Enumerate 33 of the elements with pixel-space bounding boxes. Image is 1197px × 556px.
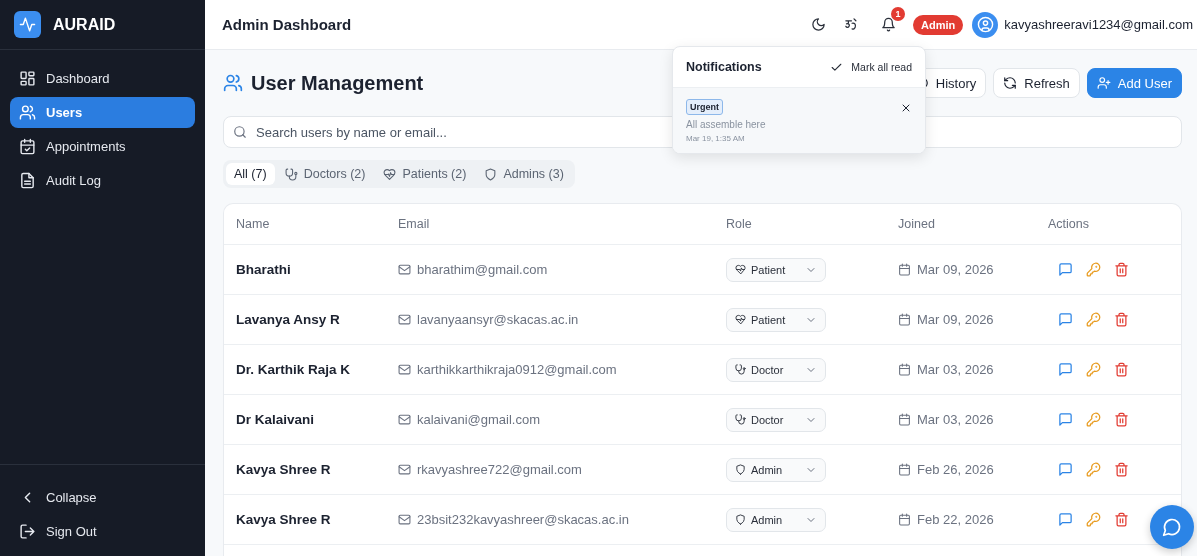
user-name: Kavya Shree R [236,512,331,527]
joined-date: Feb 22, 2026 [917,512,994,527]
column-header: Actions [1048,217,1089,231]
user-email: lavanyaansyr@skacas.ac.in [417,312,579,327]
user-email: bharathim@gmail.com [417,262,548,277]
column-header: Name [236,217,270,231]
app-name: AURAID [53,15,116,34]
page-title: Admin Dashboard [222,16,353,33]
user-email: kalaivani@gmail.com [417,412,541,427]
user-name: Lavanya Ansy R [236,312,340,327]
joined-date: Feb 26, 2026 [917,462,994,477]
user-name: Bharathi [236,262,291,277]
user-name: Kavya Shree R [236,462,331,477]
notification-message: All assemble here [686,119,766,130]
user-email: rkavyashree722@gmail.com [417,462,582,477]
column-header: Email [398,217,430,231]
user-email: kavyashreeravi1234@gmail.com [1004,17,1193,32]
joined-date: Mar 03, 2026 [917,362,994,377]
joined-date: Mar 03, 2026 [917,412,994,427]
priority-tag: Urgent [686,99,723,115]
user-email: 23bsit232kavyashreer@skacas.ac.in [417,512,629,527]
popup-title: Notifications [686,60,763,74]
column-header: Role [726,217,752,231]
user-name: Dr Kalaivani [236,412,315,427]
joined-date: Mar 09, 2026 [917,262,994,277]
joined-date: Mar 09, 2026 [917,312,994,327]
notification-count: 1 [891,7,905,21]
notification-time: Mar 19, 1:35 AM [686,134,745,143]
user-name: Dr. Karthik Raja K [236,362,351,377]
section-title: User Management [251,71,424,95]
user-email: karthikkarthikraja0912@gmail.com [417,362,617,377]
role-badge: Admin [913,14,964,35]
column-header: Joined [898,217,935,231]
